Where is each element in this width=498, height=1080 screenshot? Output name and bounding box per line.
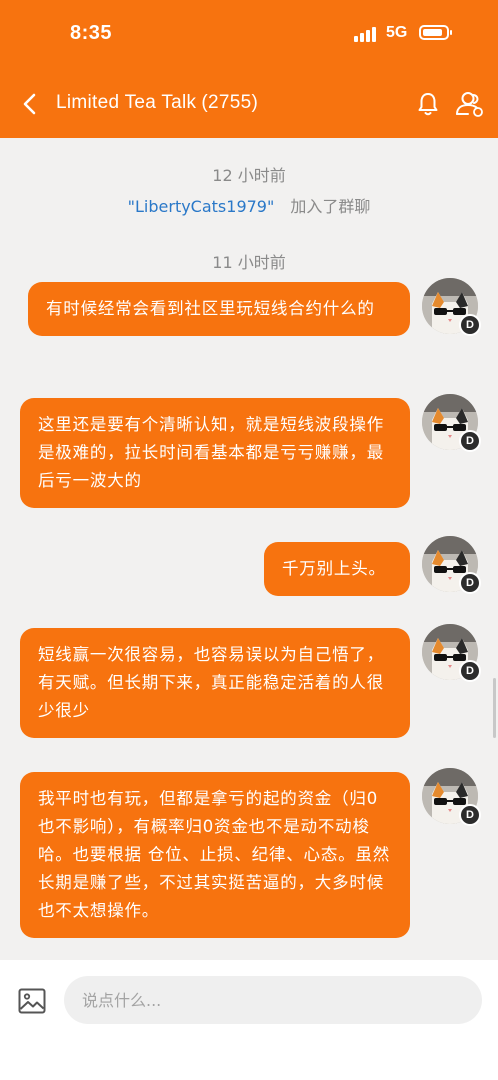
message-bubble[interactable]: 这里还是要有个清晰认知，就是短线波段操作是极难的，拉长时间看基本都是亏亏赚赚，最… — [20, 398, 410, 508]
page-title: Limited Tea Talk (2755) — [56, 92, 258, 114]
member-count: (2755) — [201, 92, 259, 113]
join-action-text: 加入了群聊 — [290, 197, 371, 216]
avatar[interactable]: D — [422, 394, 481, 452]
bell-icon[interactable] — [414, 90, 442, 118]
message-bubble[interactable]: 有时候经常会看到社区里玩短线合约什么的 — [28, 282, 410, 336]
message-text: 千万别上头。 — [282, 559, 386, 578]
members-icon[interactable] — [454, 90, 484, 118]
image-icon[interactable] — [18, 988, 46, 1014]
status-time: 8:35 — [70, 22, 113, 44]
message-text: 有时候经常会看到社区里玩短线合约什么的 — [46, 299, 375, 318]
message-bubble[interactable]: 我平时也有玩，但都是拿亏的起的资金（归0也不影响），有概率归0资金也不是动不动梭… — [20, 772, 410, 938]
battery-icon — [419, 25, 452, 40]
signal-icon — [354, 26, 376, 42]
nav-bar: Limited Tea Talk (2755) — [0, 72, 498, 134]
avatar[interactable]: D — [422, 536, 481, 594]
message-bubble[interactable]: 千万别上头。 — [264, 542, 410, 596]
battery-level — [423, 29, 442, 36]
back-arrow-icon[interactable] — [18, 92, 42, 116]
avatar-badge: D — [459, 660, 481, 682]
message-bubble[interactable]: 短线赢一次很容易，也容易误以为自己悟了，有天赋。但长期下来，真正能稳定活着的人很… — [20, 628, 410, 738]
message-text: 这里还是要有个清晰认知，就是短线波段操作是极难的，拉长时间看基本都是亏亏赚赚，最… — [38, 415, 384, 490]
status-bar: 8:35 5G — [0, 0, 498, 68]
composer — [0, 960, 498, 1080]
message-text: 我平时也有玩，但都是拿亏的起的资金（归0也不影响），有概率归0资金也不是动不动梭… — [38, 789, 391, 920]
app-header: 8:35 5G Limited Tea Talk (2755) — [0, 0, 498, 138]
avatar-badge: D — [459, 572, 481, 594]
group-name: Limited Tea Talk — [56, 92, 197, 113]
scrollbar[interactable] — [493, 678, 496, 738]
avatar-badge: D — [459, 314, 481, 336]
join-notice: "LibertyCats1979" 加入了群聊 — [0, 193, 498, 217]
message-input[interactable] — [64, 976, 482, 1024]
avatar[interactable]: D — [422, 624, 481, 682]
joined-username-link[interactable]: "LibertyCats1979" — [128, 197, 275, 216]
avatar-badge: D — [459, 430, 481, 452]
timestamp: 11 小时前 — [212, 253, 286, 272]
avatar[interactable]: D — [422, 278, 481, 336]
timestamp: 12 小时前 — [212, 166, 286, 185]
network-type: 5G — [386, 24, 408, 41]
chat-content[interactable]: 12 小时前 "LibertyCats1979" 加入了群聊 11 小时前 有时候… — [0, 138, 498, 960]
message-text: 短线赢一次很容易，也容易误以为自己悟了，有天赋。但长期下来，真正能稳定活着的人很… — [38, 645, 384, 720]
avatar[interactable]: D — [422, 768, 481, 826]
avatar-badge: D — [459, 804, 481, 826]
